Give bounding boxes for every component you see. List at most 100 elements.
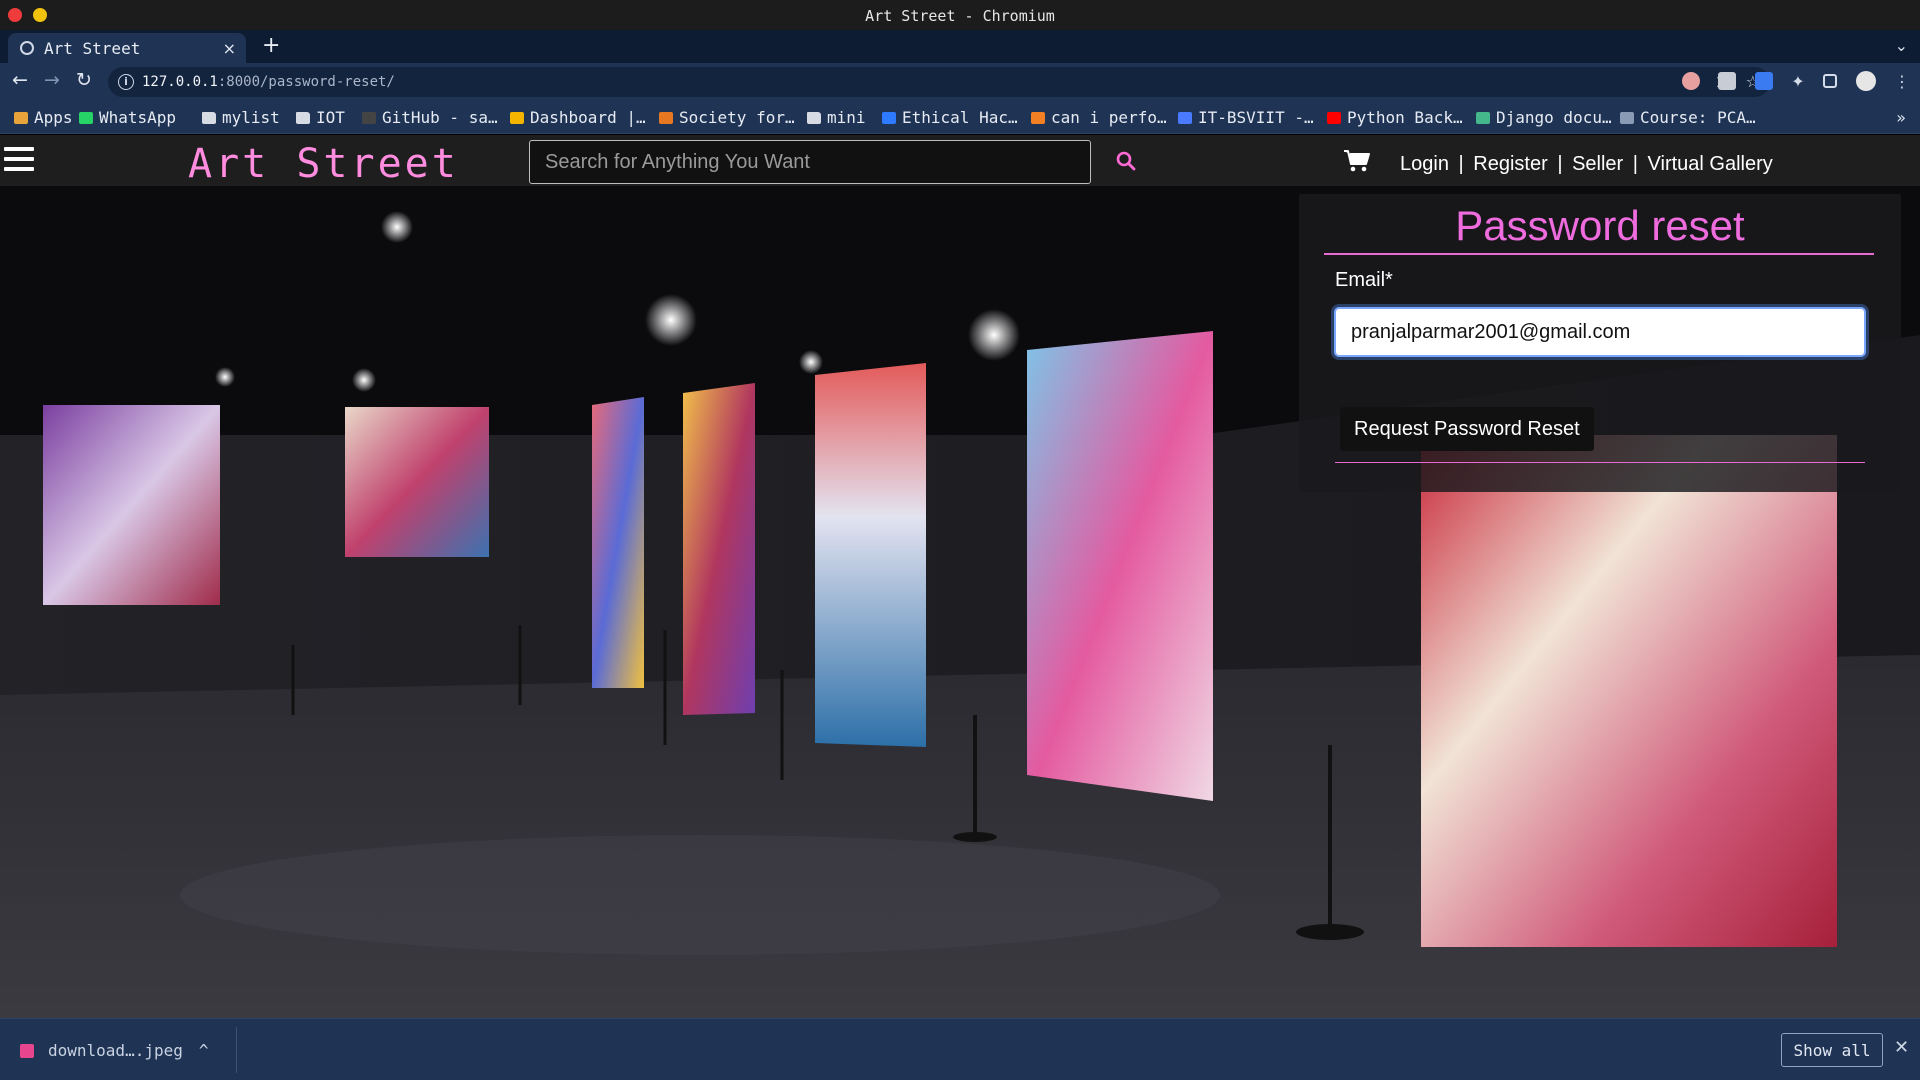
- form-title: Password reset: [1455, 202, 1745, 249]
- site-nav-links: Login | Register | Seller | Virtual Gall…: [1400, 153, 1773, 176]
- side-panel-icon[interactable]: [1823, 74, 1838, 88]
- back-button[interactable]: ←: [12, 69, 28, 91]
- bookmark-item[interactable]: WhatsApp: [79, 108, 176, 127]
- bookmark-label: Python Back…: [1347, 108, 1463, 127]
- bookmark-label: Course: PCA…: [1640, 108, 1756, 127]
- email-field[interactable]: [1334, 307, 1866, 357]
- download-options-chevron-icon[interactable]: ^: [199, 1041, 209, 1060]
- image-file-icon: [20, 1044, 34, 1058]
- search-input[interactable]: [529, 140, 1091, 184]
- site-info-icon[interactable]: i: [118, 74, 134, 90]
- bookmark-label: mini: [827, 108, 866, 127]
- bookmark-label: can i perfo…: [1051, 108, 1167, 127]
- window-title: Art Street - Chromium: [865, 7, 1055, 25]
- dashboard-icon: [510, 112, 524, 124]
- bookmark-label: Apps: [34, 108, 73, 127]
- s-logo-icon: [882, 112, 896, 124]
- bookmark-item[interactable]: Ethical Hac…: [882, 108, 1018, 127]
- nav-separator: |: [1632, 153, 1638, 175]
- bookmark-item[interactable]: GitHub - sa…: [362, 108, 498, 127]
- puzzle-extensions-icon[interactable]: ✦: [1791, 72, 1804, 91]
- new-tab-button[interactable]: +: [262, 33, 280, 58]
- url-host: 127.0.0.1: [142, 74, 218, 90]
- email-label: Email*: [1335, 269, 1393, 291]
- password-reset-panel: Password reset Email* Request Password R…: [1299, 194, 1901, 492]
- in-icon: [659, 112, 673, 124]
- bookmark-label: Society for…: [679, 108, 795, 127]
- nav-separator: |: [1557, 153, 1563, 175]
- forward-button[interactable]: →: [44, 69, 60, 91]
- bookmark-item[interactable]: Python Back…: [1327, 108, 1463, 127]
- browser-menu-icon[interactable]: ⋮: [1894, 72, 1910, 91]
- reload-button[interactable]: ↻: [76, 69, 92, 91]
- bookmark-label: Dashboard |…: [530, 108, 646, 127]
- bookmark-label: IT-BSVIIT -…: [1198, 108, 1314, 127]
- url-path: :8000/password-reset/: [217, 74, 395, 90]
- whatsapp-icon: [79, 112, 93, 124]
- login-link[interactable]: Login: [1400, 153, 1449, 175]
- profile-avatar-icon[interactable]: [1855, 71, 1876, 91]
- title-divider: [1324, 253, 1874, 255]
- cart-icon[interactable]: [1343, 149, 1371, 173]
- seller-link[interactable]: Seller: [1572, 153, 1623, 175]
- tab-strip: Art Street ×: [0, 30, 1920, 63]
- tab-search-chevron-icon[interactable]: ⌄: [1895, 36, 1908, 55]
- bookmark-label: WhatsApp: [99, 108, 177, 127]
- folder-icon: [296, 112, 310, 124]
- folder-icon: [202, 112, 216, 124]
- bookmark-item[interactable]: Dashboard |…: [510, 108, 646, 127]
- bookmark-label: Ethical Hac…: [902, 108, 1018, 127]
- bookmark-item[interactable]: Society for…: [659, 108, 795, 127]
- nav-separator: |: [1458, 153, 1464, 175]
- bookmark-item[interactable]: Apps: [14, 108, 73, 127]
- extension-2-icon[interactable]: [1718, 72, 1737, 90]
- bookmarks-overflow-chevron-icon[interactable]: »: [1896, 108, 1906, 127]
- course-icon: [1620, 112, 1634, 124]
- close-shelf-icon[interactable]: ✕: [1894, 1037, 1909, 1058]
- address-bar[interactable]: i 127.0.0.1:8000/password-reset/ ⌕ ➤ ☆: [108, 67, 1770, 97]
- bookmarks-bar: Apps WhatsApp mylist IOT GitHub - sa… Dashboa…: [0, 101, 1920, 134]
- apps-grid-icon: [14, 112, 28, 124]
- extension-1-icon[interactable]: [1681, 72, 1700, 90]
- tab-close-icon[interactable]: ×: [223, 39, 236, 58]
- extension-3-icon[interactable]: [1754, 72, 1773, 90]
- download-shelf: download….jpeg ^ Show all ✕: [0, 1018, 1920, 1080]
- bookmark-item[interactable]: Course: PCA…: [1620, 108, 1756, 127]
- register-link[interactable]: Register: [1473, 153, 1547, 175]
- stackoverflow-icon: [1031, 112, 1045, 124]
- request-password-reset-button[interactable]: Request Password Reset: [1340, 407, 1594, 451]
- globe-icon: [20, 41, 34, 55]
- site-navbar: Art Street Login | Register | Seller | V…: [0, 135, 1920, 187]
- github-icon: [362, 112, 376, 124]
- tab-art-street[interactable]: Art Street ×: [8, 33, 246, 63]
- bookmark-label: IOT: [316, 108, 345, 127]
- virtual-gallery-link[interactable]: Virtual Gallery: [1648, 153, 1773, 175]
- webpage: Art Street Login | Register | Seller | V…: [0, 135, 1920, 1018]
- youtube-icon: [1327, 112, 1341, 124]
- download-filename: download….jpeg: [48, 1041, 183, 1060]
- folder-icon: [807, 112, 821, 124]
- shelf-divider: [236, 1027, 237, 1073]
- window-titlebar: Art Street - Chromium: [0, 0, 1920, 30]
- download-item[interactable]: download….jpeg ^: [20, 1041, 209, 1060]
- bookmark-item[interactable]: IT-BSVIIT -…: [1178, 108, 1314, 127]
- bookmark-label: GitHub - sa…: [382, 108, 498, 127]
- form-bottom-divider: [1335, 462, 1865, 463]
- bookmark-item[interactable]: mini: [807, 108, 866, 127]
- bookmark-label: mylist: [222, 108, 280, 127]
- search-icon[interactable]: [1116, 151, 1136, 171]
- bookmark-item[interactable]: Django docu…: [1476, 108, 1612, 127]
- bookmark-item[interactable]: IOT: [296, 108, 345, 127]
- show-all-downloads-button[interactable]: Show all: [1781, 1033, 1883, 1067]
- browser-toolbar: ← → ↻ i 127.0.0.1:8000/password-reset/ ⌕…: [0, 63, 1920, 101]
- site-brand[interactable]: Art Street: [188, 141, 459, 187]
- bookmark-item[interactable]: can i perfo…: [1031, 108, 1167, 127]
- extensions-area: ✦ ⋮: [1668, 71, 1910, 91]
- people-icon: [1178, 112, 1192, 124]
- django-icon: [1476, 112, 1490, 124]
- tab-label: Art Street: [44, 39, 141, 58]
- bookmark-label: Django docu…: [1496, 108, 1612, 127]
- url-text[interactable]: 127.0.0.1:8000/password-reset/: [142, 74, 395, 90]
- bookmark-item[interactable]: mylist: [202, 108, 280, 127]
- hamburger-menu-icon[interactable]: [4, 147, 34, 173]
